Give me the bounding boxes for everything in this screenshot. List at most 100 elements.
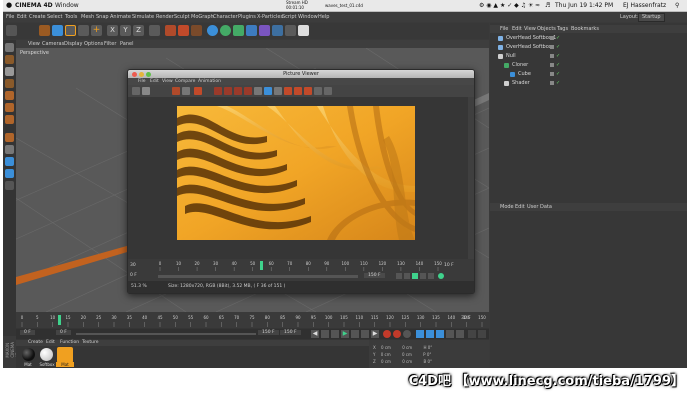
visibility-toggle-icon[interactable] (550, 45, 554, 49)
attr-menu-user-data[interactable]: User Data (527, 203, 552, 211)
prev-frame-icon[interactable] (331, 330, 339, 338)
points-mode-icon[interactable] (5, 91, 14, 100)
texture-mode-icon[interactable] (5, 67, 14, 76)
render-icon[interactable] (172, 87, 180, 95)
object-row[interactable]: Shader ✓ (498, 80, 687, 87)
pv-menu-edit[interactable]: Edit (150, 78, 159, 85)
layout-dropdown[interactable]: Startup (638, 13, 665, 22)
om-menu-view[interactable]: View (524, 25, 536, 33)
view-option-icon[interactable] (324, 87, 332, 95)
timeline-start-field[interactable]: 0 F (20, 330, 35, 335)
timeline-max-field[interactable]: 150 F (280, 330, 301, 335)
material-menu-function[interactable]: Function (60, 340, 79, 346)
coordinate-system-icon[interactable] (149, 25, 160, 36)
ab-compare-icon[interactable] (264, 87, 272, 95)
om-menu-tags[interactable]: Tags (557, 25, 568, 33)
parameter-key-icon[interactable] (446, 330, 454, 338)
light-icon[interactable] (298, 25, 309, 36)
enable-check-icon[interactable]: ✓ (556, 35, 560, 42)
menu-plugins[interactable]: Plugins (238, 12, 256, 22)
z-axis-icon[interactable]: Z (133, 25, 144, 36)
menu-sculpt[interactable]: Sculpt (174, 12, 190, 22)
pv-range-slider[interactable] (158, 275, 358, 278)
volume-icon[interactable]: ♬ (545, 0, 550, 11)
compare-split-icon[interactable] (274, 87, 282, 95)
position-key-icon[interactable] (416, 330, 424, 338)
om-menu-file[interactable]: File (500, 25, 508, 33)
menu-mograph[interactable]: MoGraph (191, 12, 214, 22)
channel-g-icon[interactable] (224, 87, 232, 95)
view-option-icon[interactable] (314, 87, 322, 95)
attr-menu-mode[interactable]: Mode (500, 203, 514, 211)
axis-mode-icon[interactable] (5, 133, 14, 142)
pv-play-icon[interactable] (412, 273, 418, 279)
visibility-toggle-icon[interactable] (550, 72, 554, 76)
record-icon[interactable] (383, 330, 391, 338)
channel-b-icon[interactable] (234, 87, 242, 95)
go-to-end-icon[interactable]: ▶ (371, 330, 379, 338)
workplane-icon[interactable] (5, 79, 14, 88)
menu-tools[interactable]: Tools (65, 12, 77, 22)
object-row[interactable]: OverHead Softbox 1 ✓ (498, 35, 687, 42)
viewport-menu-view[interactable]: View (28, 40, 40, 48)
render-view-icon[interactable] (165, 25, 176, 36)
timeline-current-field[interactable]: 0 F (56, 330, 71, 335)
zoom-out-icon[interactable] (304, 87, 312, 95)
app-name[interactable]: CINEMA 4D (15, 0, 53, 11)
menu-window[interactable]: Window (298, 12, 318, 22)
keyframe-selection-icon[interactable] (403, 330, 411, 338)
rotate-tool-icon[interactable] (78, 25, 89, 36)
channel-alpha-icon[interactable] (244, 87, 252, 95)
menu-select[interactable]: Select (47, 12, 62, 22)
object-row[interactable]: OverHead Softbox ✓ (498, 44, 687, 51)
minimize-icon[interactable] (139, 72, 144, 77)
menu-help[interactable]: Help (318, 12, 329, 22)
window-menu[interactable]: Window (55, 0, 79, 11)
viewport-menu-display[interactable]: Display (64, 40, 82, 48)
menu-snap[interactable]: Snap (96, 12, 109, 22)
camera-icon[interactable] (285, 25, 296, 36)
close-icon[interactable] (132, 72, 137, 77)
viewport-menu-filter[interactable]: Filter (104, 40, 116, 48)
coord-rot-b[interactable]: B 0° (423, 359, 432, 364)
attr-menu-edit[interactable]: Edit (515, 203, 525, 211)
stop-render-icon[interactable] (182, 87, 190, 95)
y-axis-icon[interactable]: Y (120, 25, 131, 36)
coord-rot-h[interactable]: H 0° (423, 345, 432, 350)
picture-viewer-titlebar[interactable]: Picture Viewer (128, 70, 474, 78)
visibility-toggle-icon[interactable] (550, 54, 554, 58)
autokey-icon[interactable] (393, 330, 401, 338)
tweak-mode-icon[interactable] (5, 145, 14, 154)
pv-menu-animation[interactable]: Animation (198, 78, 221, 85)
viewport-menu-options[interactable]: Options (84, 40, 103, 48)
model-mode-icon[interactable] (5, 55, 14, 64)
spline-icon[interactable] (220, 25, 231, 36)
coord-pos-y[interactable]: 0 cm (381, 352, 391, 357)
timeline-ruler[interactable]: 0 5 10 15 20 25 30 35 40 45 50 55 60 65 70 75 80 85 90 95 10… (16, 312, 489, 328)
menu-render[interactable]: Render (156, 12, 174, 22)
timeline-extra-icon[interactable] (478, 330, 486, 338)
pv-next-frame-icon[interactable] (420, 273, 426, 279)
menu-character[interactable]: Character (213, 12, 238, 22)
material-menu-edit[interactable]: Edit (46, 340, 55, 346)
user-name[interactable]: EJ Hassenfratz (623, 0, 666, 11)
scale-tool-icon[interactable] (65, 25, 76, 36)
render-region-icon[interactable] (194, 87, 202, 95)
render-to-picture-viewer-icon[interactable] (178, 25, 189, 36)
array-icon[interactable] (246, 25, 257, 36)
material-swatch-softbox[interactable] (40, 348, 53, 361)
pv-frame-start[interactable]: 0 F (130, 273, 137, 278)
snap-icon[interactable] (5, 157, 14, 166)
zoom-icon[interactable] (146, 72, 151, 77)
wifi-icon[interactable]: ≈ (535, 0, 540, 11)
apple-icon[interactable]: ● (6, 0, 12, 11)
object-row[interactable]: Cube ✓ (498, 71, 687, 78)
open-file-icon[interactable] (132, 87, 140, 95)
pv-menu-file[interactable]: File (138, 78, 146, 85)
picture-viewer-canvas[interactable] (128, 97, 468, 259)
coord-pos-x[interactable]: 0 cm (381, 345, 391, 350)
visibility-toggle-icon[interactable] (550, 63, 554, 67)
coord-pos-z[interactable]: 0 cm (381, 359, 391, 364)
menu-file[interactable]: File (6, 12, 14, 22)
timeline-menu-icon[interactable] (468, 330, 476, 338)
